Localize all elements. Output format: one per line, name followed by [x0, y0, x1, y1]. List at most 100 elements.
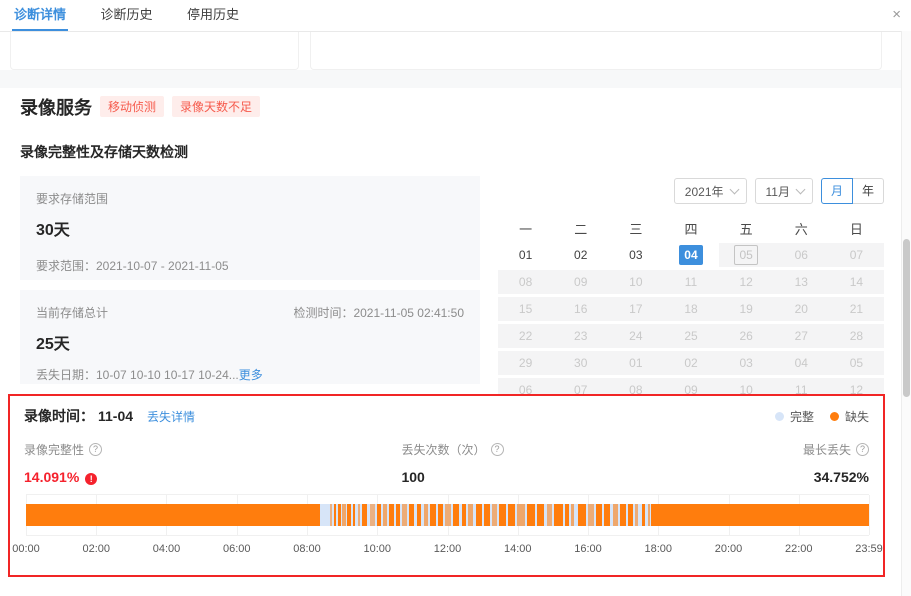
calendar-day[interactable]: 02 — [553, 243, 608, 267]
missing-dates-line: 丢失日期：10-07 10-10 10-17 10-24...更多 — [36, 366, 464, 383]
time-tick-label: 00:00 — [12, 543, 40, 555]
calendar-day-selected[interactable]: 04 — [663, 243, 718, 267]
more-link[interactable]: 更多 — [239, 368, 263, 382]
missing-segment — [417, 504, 422, 526]
calendar-day: 06 — [774, 243, 829, 267]
calendar-day: 27 — [774, 324, 829, 348]
missing-segment — [499, 504, 505, 526]
calendar-day: 16 — [553, 297, 608, 321]
stat-block: 录像完整性?14.091%! — [24, 441, 102, 485]
missing-segment — [527, 504, 535, 526]
calendar-day: 03 — [719, 351, 774, 375]
legend-label: 缺失 — [845, 408, 869, 425]
month-year-toggle: 月 年 — [821, 178, 884, 204]
calendar-day: 13 — [774, 270, 829, 294]
required-range-value: 要求范围：2021-10-07 - 2021-11-05 — [36, 257, 464, 274]
calendar-day: 30 — [553, 351, 608, 375]
calendar-day: 04 — [774, 351, 829, 375]
time-axis-labels: 00:0002:0004:0006:0008:0010:0012:0014:00… — [26, 543, 869, 557]
help-icon[interactable]: ? — [856, 443, 869, 456]
calendar-day: 11 — [663, 270, 718, 294]
current-total-label: 当前存储总计 — [36, 304, 108, 321]
loss-detail-link[interactable]: 丢失详情 — [147, 408, 195, 425]
stat-label: 录像完整性? — [24, 441, 102, 458]
tab-diagnosis-detail[interactable]: 诊断详情 — [12, 0, 68, 31]
calendar-day: 14 — [829, 270, 884, 294]
stat-label: 最长丢失? — [803, 441, 869, 458]
toggle-year-button[interactable]: 年 — [853, 178, 884, 204]
tab-diagnosis-history[interactable]: 诊断历史 — [98, 0, 154, 29]
time-tick-label: 08:00 — [293, 543, 321, 555]
timeline-chart: 00:0002:0004:0006:0008:0010:0012:0014:00… — [26, 494, 869, 557]
recording-service-title: 录像服务移动侦测录像天数不足 — [20, 94, 260, 120]
missing-segment — [588, 504, 594, 526]
calendar-day: 02 — [663, 351, 718, 375]
diagnosis-status-card — [310, 32, 882, 70]
scrollbar-thumb[interactable] — [903, 239, 910, 397]
weekday-label: 五 — [719, 217, 774, 243]
scrollbar-track[interactable] — [901, 31, 911, 596]
missing-segment — [628, 504, 633, 526]
calendar-controls: 2021年 11月 月 年 — [498, 178, 884, 204]
calendar-day: 12 — [719, 270, 774, 294]
missing-segment — [338, 504, 341, 526]
required-storage-card: 要求存储范围 30天 要求范围：2021-10-07 - 2021-11-05 — [20, 176, 480, 280]
year-select-value: 2021年 — [685, 183, 724, 200]
calendar-day: 24 — [608, 324, 663, 348]
missing-segment — [604, 504, 610, 526]
legend-item: 缺失 — [830, 408, 869, 425]
calendar-day: 26 — [719, 324, 774, 348]
close-icon[interactable]: × — [892, 7, 901, 22]
weekday-label: 六 — [774, 217, 829, 243]
missing-segment — [554, 504, 562, 526]
legend-dot-icon — [775, 412, 784, 421]
time-tick-label: 06:00 — [223, 543, 251, 555]
missing-segment — [578, 504, 586, 526]
missing-segment — [547, 504, 553, 526]
month-select[interactable]: 11月 — [755, 178, 813, 204]
time-tick-label: 04:00 — [153, 543, 181, 555]
help-icon[interactable]: ? — [491, 443, 504, 456]
required-days-value: 30天 — [36, 216, 464, 240]
insufficient-days-badge: 录像天数不足 — [172, 96, 260, 117]
time-tick-label: 14:00 — [504, 543, 532, 555]
calendar-day[interactable]: 01 — [498, 243, 553, 267]
missing-segment — [571, 504, 574, 526]
weekday-label: 日 — [829, 217, 884, 243]
missing-segment — [353, 504, 356, 526]
time-tick-label: 20:00 — [715, 543, 743, 555]
missing-segment — [26, 504, 320, 526]
missing-segment — [370, 504, 375, 526]
stat-block: 丢失次数（次）?100 — [401, 441, 503, 485]
weekday-label: 二 — [553, 217, 608, 243]
help-icon[interactable]: ? — [89, 443, 102, 456]
calendar-day: 29 — [498, 351, 553, 375]
stat-value: 34.752% — [803, 469, 869, 485]
calendar-day: 08 — [498, 270, 553, 294]
year-select[interactable]: 2021年 — [674, 178, 747, 204]
chart-legend: 完整缺失 — [775, 408, 869, 425]
missing-segment — [383, 504, 387, 526]
toggle-month-button[interactable]: 月 — [821, 178, 853, 204]
recording-time-date: 11-04 — [98, 408, 133, 424]
calendar-day[interactable]: 03 — [608, 243, 663, 267]
missing-segment — [424, 504, 428, 526]
time-tick-label: 02:00 — [82, 543, 110, 555]
calendar-row: 15161718192021 — [498, 297, 884, 321]
missing-segment — [330, 504, 332, 526]
tab-disable-history[interactable]: 停用历史 — [185, 0, 241, 29]
time-tick-label: 23:59 — [855, 543, 883, 555]
network-metrics-card — [10, 32, 299, 70]
missing-segment — [362, 504, 368, 526]
missing-segment — [517, 504, 525, 526]
month-select-value: 11月 — [766, 183, 790, 200]
section-divider — [0, 70, 911, 88]
calendar-day: 21 — [829, 297, 884, 321]
calendar-day: 22 — [498, 324, 553, 348]
missing-segment — [508, 504, 515, 526]
calendar-row: 08091011121314 — [498, 270, 884, 294]
calendar-day: 15 — [498, 297, 553, 321]
missing-segment — [648, 504, 650, 526]
recording-time-detail-box: 录像时间：11-04 丢失详情 完整缺失 录像完整性?14.091%!丢失次数（… — [8, 394, 885, 577]
calendar-day: 09 — [553, 270, 608, 294]
